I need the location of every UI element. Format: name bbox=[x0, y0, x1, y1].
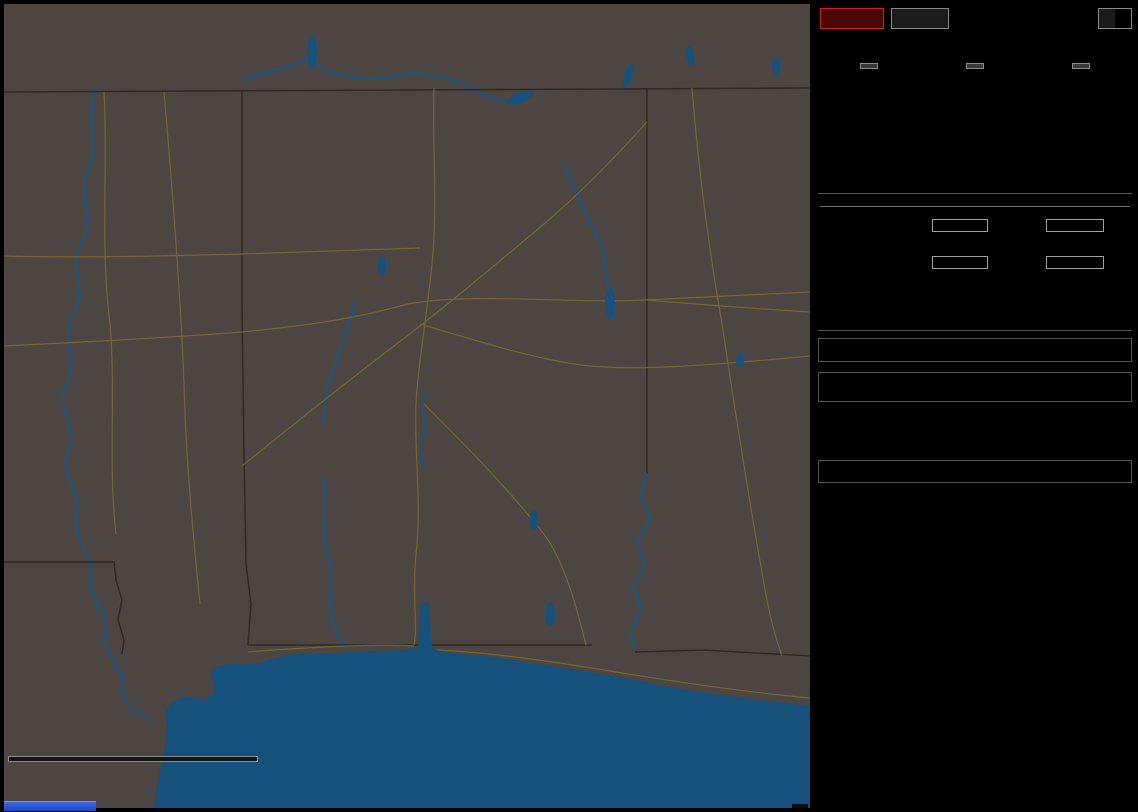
control-panel bbox=[816, 0, 1134, 812]
divider bbox=[818, 330, 1132, 331]
noise-indicator-button[interactable] bbox=[891, 7, 949, 29]
trend-graph-chart bbox=[818, 546, 1118, 782]
distribution-title bbox=[820, 202, 1130, 207]
close-per-min-column bbox=[925, 56, 1025, 80]
ic-positive-gauge bbox=[932, 256, 988, 269]
strike-indicator-button[interactable] bbox=[820, 7, 884, 29]
strikes-per-min-column bbox=[819, 56, 919, 80]
close-per-min-label bbox=[966, 63, 984, 69]
noises-per-min-label bbox=[1072, 63, 1090, 69]
map-area bbox=[4, 4, 810, 808]
map-legend bbox=[8, 756, 258, 762]
copyright-text bbox=[792, 804, 808, 808]
ic-negative-gauge bbox=[1046, 256, 1104, 269]
clock-box bbox=[818, 338, 1132, 362]
indicator-row bbox=[820, 6, 1132, 30]
cg-negative-gauge bbox=[1046, 219, 1104, 232]
background-window-sliver[interactable] bbox=[4, 801, 96, 811]
lightning-type-distribution bbox=[820, 202, 1130, 281]
status-box bbox=[818, 460, 1132, 483]
cloud-ground-row bbox=[820, 219, 1130, 232]
settings-box bbox=[818, 372, 1132, 402]
bearing-distance bbox=[1115, 16, 1131, 20]
noises-per-min-column bbox=[1031, 56, 1131, 80]
divider bbox=[818, 193, 1132, 194]
intracloud-row bbox=[820, 256, 1130, 269]
bearing-display bbox=[1098, 7, 1132, 29]
cg-positive-gauge bbox=[932, 219, 988, 232]
radar-map[interactable] bbox=[4, 4, 810, 808]
rate-stats bbox=[816, 56, 1134, 80]
trend-graph-header bbox=[824, 518, 862, 532]
bearing-label bbox=[1099, 8, 1115, 28]
strikes-per-min-label bbox=[860, 63, 878, 69]
